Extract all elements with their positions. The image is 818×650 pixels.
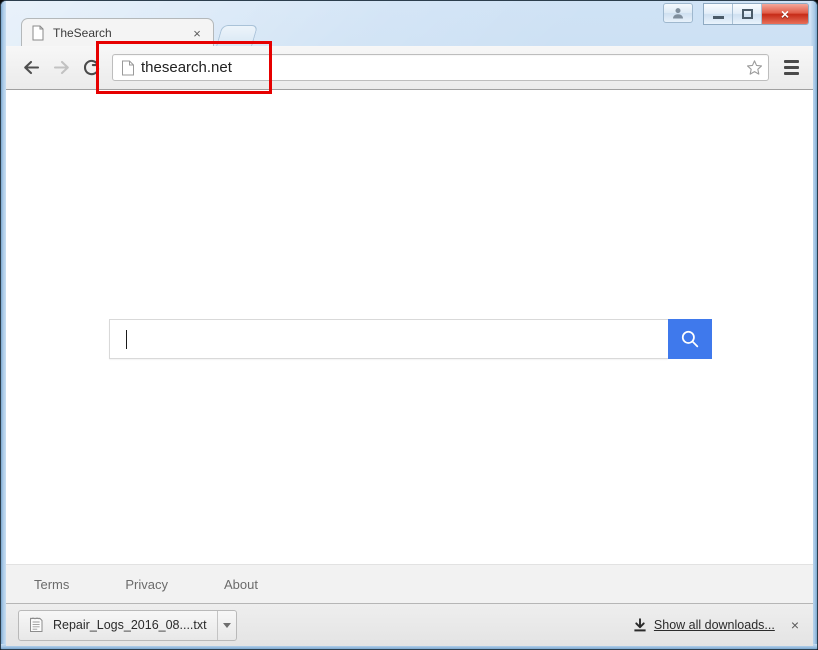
footer-link-about[interactable]: About xyxy=(224,577,258,592)
search-input[interactable] xyxy=(109,319,668,359)
footer-link-privacy[interactable]: Privacy xyxy=(125,577,168,592)
page-content xyxy=(6,90,813,564)
download-item-body[interactable]: Repair_Logs_2016_08....txt xyxy=(19,611,217,640)
bookmark-star-icon[interactable] xyxy=(744,58,764,78)
address-bar[interactable]: thesearch.net xyxy=(112,54,769,81)
reload-button[interactable] xyxy=(76,53,106,83)
search-form xyxy=(109,319,712,359)
download-item-menu-button[interactable] xyxy=(216,610,236,640)
download-filename: Repair_Logs_2016_08....txt xyxy=(53,618,207,632)
tab-strip: TheSearch × xyxy=(1,1,817,47)
download-shelf-close-button[interactable]: × xyxy=(791,617,799,633)
back-arrow-icon xyxy=(23,60,39,75)
download-item[interactable]: Repair_Logs_2016_08....txt xyxy=(18,609,237,641)
show-all-downloads-label: Show all downloads... xyxy=(653,618,775,632)
browser-menu-button[interactable] xyxy=(777,53,805,83)
show-all-downloads-button[interactable]: Show all downloads... xyxy=(633,617,775,633)
text-file-icon xyxy=(30,617,43,632)
menu-bar-1 xyxy=(783,60,799,63)
back-button[interactable] xyxy=(16,53,46,83)
tab-close-icon[interactable]: × xyxy=(189,25,205,41)
chevron-down-icon xyxy=(222,622,231,628)
browser-toolbar: thesearch.net xyxy=(6,46,813,90)
reload-icon xyxy=(83,59,99,76)
search-icon xyxy=(681,330,699,348)
footer-link-terms[interactable]: Terms xyxy=(34,577,69,592)
download-shelf: Repair_Logs_2016_08....txt Show all down… xyxy=(6,603,813,646)
menu-bar-2 xyxy=(783,66,799,69)
address-bar-url: thesearch.net xyxy=(141,59,232,76)
page-footer: Terms Privacy About xyxy=(6,564,813,603)
new-tab-button[interactable] xyxy=(215,25,259,47)
download-shelf-right: Show all downloads... × xyxy=(633,617,813,633)
menu-bar-3 xyxy=(783,72,799,75)
browser-window: × TheSearch × thesearch.net Terms Privac… xyxy=(0,0,818,650)
search-submit-button[interactable] xyxy=(668,319,712,359)
download-icon xyxy=(634,617,646,631)
document-icon xyxy=(32,25,44,41)
text-caret xyxy=(126,329,127,349)
forward-arrow-icon xyxy=(53,60,69,75)
forward-button xyxy=(46,53,76,83)
tab-thesearch[interactable]: TheSearch × xyxy=(21,18,214,47)
tab-title: TheSearch xyxy=(53,26,112,40)
document-icon xyxy=(122,60,134,75)
